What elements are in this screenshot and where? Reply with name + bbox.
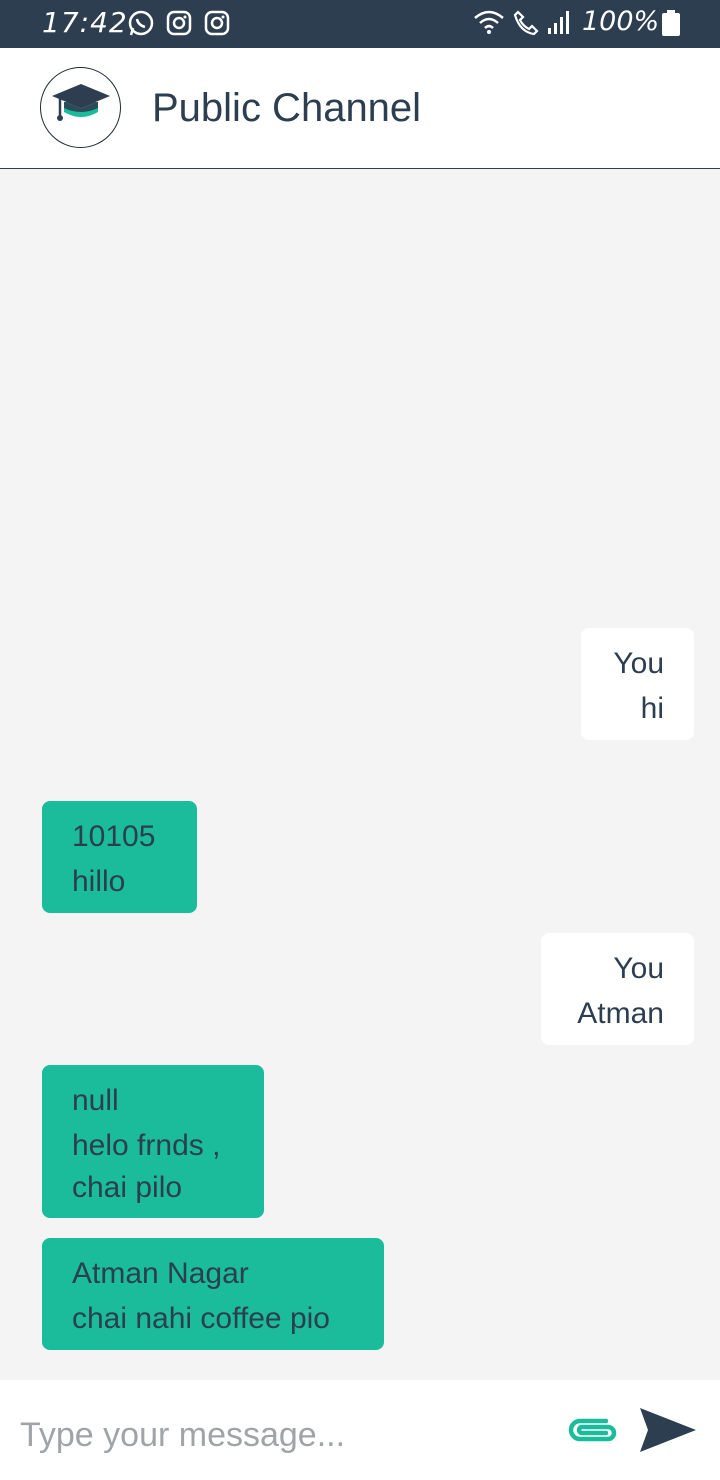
channel-logo xyxy=(40,67,121,148)
wifi-icon xyxy=(472,8,506,41)
message-bubble[interactable]: 10105 hillo xyxy=(42,801,197,913)
status-time: 17:42 xyxy=(42,6,128,39)
message-input[interactable] xyxy=(20,1410,540,1460)
battery-icon xyxy=(662,10,680,41)
message-bubble[interactable]: You Atman xyxy=(541,933,694,1045)
signal-icon xyxy=(546,8,574,41)
call-icon xyxy=(512,8,540,41)
page-title: Public Channel xyxy=(152,86,422,130)
paperclip-icon[interactable] xyxy=(566,1413,622,1452)
message-composer xyxy=(0,1380,720,1480)
message-bubble[interactable]: null helo frnds , chai pilo xyxy=(42,1065,264,1218)
message-text: helo frnds , chai pilo xyxy=(72,1129,221,1204)
app-header: Public Channel xyxy=(0,48,720,169)
instagram-icon xyxy=(202,8,232,43)
message-text: chai nahi coffee pio xyxy=(72,1302,330,1335)
message-sender: Atman Nagar xyxy=(72,1257,249,1290)
message-sender: You xyxy=(613,952,664,985)
system-icons xyxy=(472,8,574,41)
send-icon[interactable] xyxy=(638,1404,698,1461)
status-bar: 17:42 100% xyxy=(0,0,720,48)
message-sender: null xyxy=(72,1084,119,1117)
battery-percentage: 100% xyxy=(582,6,660,37)
message-text: hillo xyxy=(72,865,126,898)
message-bubble[interactable]: Atman Nagar chai nahi coffee pio xyxy=(42,1238,384,1350)
message-list[interactable]: You hi 10105 hillo You Atman null helo f… xyxy=(0,170,720,1380)
message-sender: You xyxy=(613,647,664,680)
notification-icons xyxy=(126,8,232,43)
message-text: hi xyxy=(640,692,664,725)
instagram-icon xyxy=(164,8,194,43)
graduation-cap-icon xyxy=(50,80,112,135)
message-text: Atman xyxy=(577,997,664,1030)
whatsapp-icon xyxy=(126,8,156,43)
message-bubble[interactable]: You hi xyxy=(581,628,694,740)
message-sender: 10105 xyxy=(72,820,156,853)
